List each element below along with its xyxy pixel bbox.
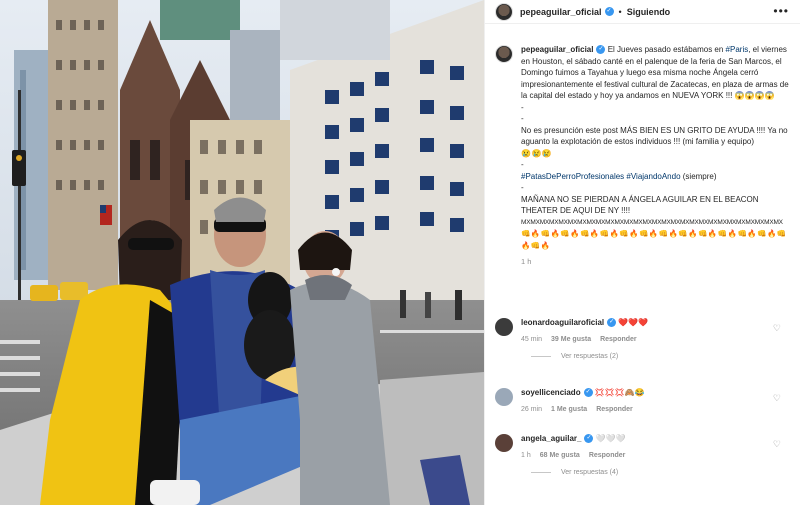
reply-button[interactable]: Responder xyxy=(589,452,626,459)
replies-divider xyxy=(531,472,551,474)
caption-text-3: No es presunción este post MÁS BIEN ES U… xyxy=(521,125,788,147)
comment-time: 45 min xyxy=(521,336,543,344)
verified-badge-icon: ✓ xyxy=(604,7,614,16)
view-replies-button[interactable]: Ver respuestas (2) xyxy=(531,353,791,360)
comment: angela_aguilar_ ✓ 🤍🤍🤍 1 h 68 Me gusta Respo… xyxy=(495,434,791,476)
post-sidebar: pepeaguilar_oficial ✓ • Siguiendo ••• pe… xyxy=(484,0,800,505)
verified-badge-icon: ✓ xyxy=(607,318,617,328)
comment-text: soyellicenciado ✓ 💢💢💢🙈😂 xyxy=(521,388,771,398)
caption-text-1: El Jueves pasado estábamos en xyxy=(605,45,726,54)
caption-hashtags: #PatasDePerroProfesionales #ViajandoAndo… xyxy=(521,171,789,183)
comment-avatar[interactable] xyxy=(495,388,513,406)
comment-meta: 1 h 68 Me gusta Responder xyxy=(521,452,771,459)
author-avatar[interactable] xyxy=(495,2,513,21)
caption-dash: - xyxy=(521,114,524,123)
hashtag-paris[interactable]: #Paris xyxy=(726,45,749,54)
comment-username[interactable]: angela_aguilar_ xyxy=(521,434,581,443)
comment-meta: 45 min 39 Me gusta Responder xyxy=(521,336,771,343)
caption-timestamp: 1 h xyxy=(521,257,532,266)
comment-body: 🤍🤍🤍 xyxy=(595,434,626,443)
comment: soyellicenciado ✓ 💢💢💢🙈😂 26 min 1 Me gusta R… xyxy=(495,388,791,413)
hashtag-patas[interactable]: #PatasDePerroProfesionales xyxy=(521,172,624,181)
like-heart-icon[interactable]: ♡ xyxy=(773,323,781,334)
caption-text-5: MAÑANA NO SE PIERDAN A ÁNGELA AGUILAR EN… xyxy=(521,194,759,216)
like-heart-icon[interactable]: ♡ xyxy=(773,439,781,450)
view-replies-button[interactable]: Ver respuestas (4) xyxy=(531,469,791,476)
caption-emoji-line: 😢😢😢 xyxy=(521,148,553,158)
verified-badge-icon: ✓ xyxy=(584,434,594,444)
comment-username[interactable]: leonardoaguilaroficial xyxy=(521,318,604,327)
replies-divider xyxy=(531,356,551,358)
reply-button[interactable]: Responder xyxy=(600,336,637,343)
comment-text: angela_aguilar_ ✓ 🤍🤍🤍 xyxy=(521,434,771,444)
comment-body: 💢💢💢🙈😂 xyxy=(594,388,645,397)
like-heart-icon[interactable]: ♡ xyxy=(773,393,781,404)
author-username[interactable]: pepeaguilar_oficial xyxy=(520,7,602,17)
comment-likes[interactable]: 1 Me gusta xyxy=(551,406,587,413)
caption-author-avatar[interactable] xyxy=(495,45,513,63)
verified-badge-icon: ✓ xyxy=(583,388,593,398)
caption-dash: - xyxy=(521,183,524,192)
post-caption: pepeaguilar_oficial ✓ El Jueves pasado es… xyxy=(495,44,791,268)
comment: leonardoaguilaroficial ✓ ❤️❤️❤️ 45 min 39 … xyxy=(495,318,791,360)
reply-button[interactable]: Responder xyxy=(596,406,633,413)
caption-emoji-row: 👊🔥👊🔥👊🔥👊🔥👊🔥👊🔥👊🔥👊🔥👊🔥👊🔥👊🔥👊🔥👊🔥👊🔥👊🔥 xyxy=(521,229,787,250)
comment-avatar[interactable] xyxy=(495,318,513,336)
caption-text-4: (siempre) xyxy=(680,171,717,181)
comment-username[interactable]: soyellicenciado xyxy=(521,388,581,397)
comment-avatar[interactable] xyxy=(495,434,513,452)
caption-dash: - xyxy=(521,160,524,169)
comment-body: ❤️❤️❤️ xyxy=(618,318,649,327)
view-replies-label: Ver respuestas (2) xyxy=(561,353,619,361)
post-photo-illustration xyxy=(0,0,484,505)
comment-time: 26 min xyxy=(521,406,543,414)
comment-text: leonardoaguilaroficial ✓ ❤️❤️❤️ xyxy=(521,318,771,328)
comment-likes[interactable]: 39 Me gusta xyxy=(551,336,591,343)
separator-dot: • xyxy=(618,6,622,17)
caption-text: pepeaguilar_oficial ✓ El Jueves pasado es… xyxy=(521,44,789,102)
caption-mx-line: MXMXMXMXMXMXMXMXMXMXMXMXMXMXMXMXMXMXMXMX… xyxy=(521,218,783,226)
post-image[interactable] xyxy=(0,0,484,505)
view-replies-label: Ver respuestas (4) xyxy=(561,469,619,477)
caption-username[interactable]: pepeaguilar_oficial xyxy=(521,45,593,54)
caption-dash: - xyxy=(521,102,524,112)
hashtag-viajando[interactable]: #ViajandoAndo xyxy=(626,172,680,181)
post-header: pepeaguilar_oficial ✓ • Siguiendo ••• xyxy=(485,0,800,24)
comment-likes[interactable]: 68 Me gusta xyxy=(540,452,580,459)
more-horizontal-icon[interactable]: ••• xyxy=(773,4,789,18)
comment-meta: 26 min 1 Me gusta Responder xyxy=(521,406,771,413)
comment-time: 1 h xyxy=(521,452,531,460)
follow-status-button[interactable]: Siguiendo xyxy=(627,7,671,17)
